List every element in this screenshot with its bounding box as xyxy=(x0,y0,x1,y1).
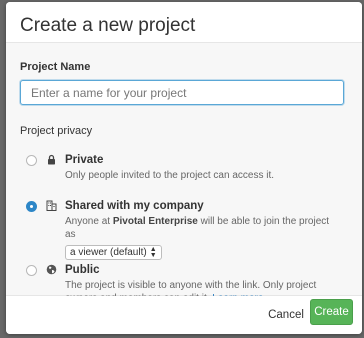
private-description: Only people invited to the project can a… xyxy=(65,170,275,181)
select-arrows-icon: ▲ ▼ xyxy=(149,245,157,259)
company-name: Pivotal Enterprise xyxy=(112,216,198,227)
role-select[interactable]: a viewer (default) ▲ ▼ xyxy=(65,245,162,260)
globe-icon xyxy=(46,264,57,275)
shared-description: Anyone at Pivotal Enterprise will be abl… xyxy=(65,215,335,241)
dialog-title: Create a new project xyxy=(20,15,196,36)
public-radio[interactable] xyxy=(26,265,37,276)
shared-title: Shared with my company xyxy=(65,200,204,212)
privacy-option-shared[interactable]: Shared with my company Anyone at Pivotal… xyxy=(20,199,348,260)
create-project-dialog: Create a new project Project Name Projec… xyxy=(6,2,362,334)
privacy-option-private[interactable]: Private Only people invited to the proje… xyxy=(20,153,348,193)
private-radio[interactable] xyxy=(26,155,37,166)
create-button[interactable]: Create xyxy=(310,299,353,325)
project-name-input[interactable] xyxy=(20,80,344,105)
project-privacy-label: Project privacy xyxy=(20,125,93,137)
dialog-header: Create a new project xyxy=(6,2,362,43)
project-name-label: Project Name xyxy=(20,61,91,73)
lock-icon xyxy=(48,154,55,165)
building-icon xyxy=(46,200,57,211)
role-select-value: a viewer (default) xyxy=(70,247,147,258)
cancel-button[interactable]: Cancel xyxy=(264,304,308,326)
private-title: Private xyxy=(65,154,104,166)
dialog-body: Project Name Project privacy Private Onl… xyxy=(6,43,362,304)
shared-description-prefix: Anyone at xyxy=(65,216,111,227)
public-title: Public xyxy=(65,264,100,276)
dialog-footer: Cancel Create xyxy=(6,296,362,334)
shared-radio[interactable] xyxy=(26,201,37,212)
